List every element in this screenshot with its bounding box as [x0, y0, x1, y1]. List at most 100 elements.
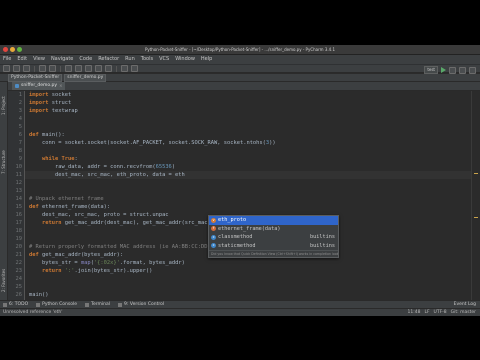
completion-name: staticmethod — [218, 242, 256, 249]
menu-help[interactable]: Help — [201, 55, 212, 64]
settings-icon[interactable] — [459, 66, 466, 74]
line-number: 5 — [18, 124, 22, 130]
vcs-icon — [118, 302, 123, 307]
menu-file[interactable]: File — [3, 55, 11, 64]
menu-vcs[interactable]: VCS — [159, 55, 169, 64]
tool-version-control[interactable]: 9: Version Control — [118, 302, 164, 307]
breadcrumb-file[interactable]: sniffer_demo.py — [64, 73, 107, 82]
todo-icon — [3, 302, 7, 307]
line-number: 24 — [15, 276, 23, 282]
menu-edit[interactable]: Edit — [17, 55, 27, 64]
completion-hint: Did you know that Quick Definition View … — [209, 250, 338, 256]
paste-icon[interactable] — [85, 65, 92, 72]
replace-icon[interactable] — [105, 65, 112, 72]
vcs-branch[interactable]: Git: master — [451, 310, 476, 315]
help-icon[interactable] — [469, 66, 476, 74]
class-icon: c — [211, 234, 216, 240]
code-line: import socket — [29, 92, 72, 98]
menu-bar: File Edit View Navigate Code Refactor Ru… — [0, 55, 480, 64]
breadcrumb: Python-Packet-Sniffer sniffer_demo.py — [0, 73, 480, 82]
sync-icon[interactable] — [23, 65, 30, 72]
menu-window[interactable]: Window — [175, 55, 195, 64]
menu-run[interactable]: Run — [125, 55, 135, 64]
line-number: 11 — [15, 172, 23, 178]
back-icon[interactable] — [121, 65, 128, 72]
forward-icon[interactable] — [131, 65, 138, 72]
variable-icon: v — [211, 217, 216, 223]
completion-item[interactable]: c classmethod builtins — [209, 233, 338, 242]
code-line: while True: — [41, 156, 78, 162]
tool-terminal[interactable]: Terminal — [85, 302, 110, 307]
line-number: 26 — [15, 292, 23, 298]
line-number: 14 — [15, 196, 23, 202]
tool-todo[interactable]: 6: TODO — [3, 302, 28, 307]
python-file-icon — [15, 84, 19, 88]
toolbar: test — [0, 64, 480, 74]
event-log-button[interactable]: Event Log — [454, 302, 476, 307]
save-icon[interactable] — [13, 65, 20, 72]
terminal-icon — [85, 302, 90, 307]
toolbar-divider — [116, 65, 117, 72]
open-icon[interactable] — [3, 65, 10, 72]
warning-marker[interactable] — [474, 173, 478, 174]
autocomplete-popup: v eth_proto f ethernet_frame(data) c cla… — [208, 215, 339, 258]
completion-item[interactable]: c staticmethod builtins — [209, 242, 338, 251]
code-editor[interactable]: import socket import struct import textwra… — [25, 91, 472, 300]
copy-icon[interactable] — [75, 65, 82, 72]
menu-tools[interactable]: Tools — [141, 55, 153, 64]
completion-item[interactable]: f ethernet_frame(data) — [209, 225, 338, 234]
completion-type: builtins — [310, 234, 335, 241]
menu-code[interactable]: Code — [79, 55, 92, 64]
breadcrumb-project[interactable]: Python-Packet-Sniffer — [8, 73, 63, 82]
line-number: 7 — [18, 140, 22, 146]
status-message: Unresolved reference 'eth' — [3, 310, 63, 315]
code-line: # Return properly formatted MAC address … — [29, 244, 231, 250]
find-icon[interactable] — [95, 65, 102, 72]
redo-icon[interactable] — [49, 65, 56, 72]
tab-structure[interactable]: 7: Structure — [0, 142, 7, 182]
error-stripe — [471, 91, 480, 300]
warning-marker[interactable] — [474, 217, 478, 218]
code-line: # Unpack ethernet frame — [29, 196, 104, 202]
toolbar-divider — [60, 65, 61, 72]
play-icon[interactable] — [441, 67, 446, 73]
editor-tab-sniffer-demo[interactable]: sniffer_demo.py × — [12, 82, 66, 90]
code-line: main() — [29, 292, 49, 298]
tool-console-label: Python Console — [42, 302, 78, 307]
code-line: bytes_str = map('{:02x}'.format, bytes_a… — [29, 260, 185, 266]
file-encoding[interactable]: UTF-8 — [434, 310, 447, 315]
run-configuration-select[interactable]: test — [424, 66, 438, 74]
cut-icon[interactable] — [65, 65, 72, 72]
line-number: 16 — [15, 212, 23, 218]
line-number: 19 — [15, 236, 23, 242]
code-line: import textwrap — [29, 108, 78, 114]
line-separator[interactable]: LF — [424, 310, 429, 315]
code-line: dest_mac, src_mac, proto = struct.unpac — [29, 212, 169, 218]
line-number: 22 — [15, 260, 23, 266]
line-number: 10 — [15, 164, 23, 170]
menu-navigate[interactable]: Navigate — [51, 55, 73, 64]
toolbar-divider — [34, 65, 35, 72]
run-controls: test — [424, 66, 476, 74]
line-number: 12 — [15, 180, 23, 186]
menu-refactor[interactable]: Refactor — [98, 55, 119, 64]
code-line: def get_mac_addr(bytes_addr): — [29, 252, 124, 258]
function-icon: f — [211, 226, 216, 232]
status-right: 11:48 LF UTF-8 Git: master — [407, 310, 476, 315]
caret-position[interactable]: 11:48 — [407, 310, 420, 315]
tab-project[interactable]: 1: Project — [0, 86, 7, 126]
line-number: 17 — [15, 220, 23, 226]
editor-tab-label: sniffer_demo.py — [21, 83, 58, 88]
tab-favorites[interactable]: 2: Favorites — [0, 262, 7, 298]
debug-icon[interactable] — [449, 66, 456, 74]
tool-python-console[interactable]: Python Console — [36, 302, 77, 307]
undo-icon[interactable] — [39, 65, 46, 72]
completion-name: ethernet_frame(data) — [218, 225, 281, 232]
line-number-gutter: 1 2 3 4 5 6 7 8 9 10 11 12 13 14 15 16 1… — [8, 91, 25, 300]
menu-view[interactable]: View — [33, 55, 45, 64]
completion-item[interactable]: v eth_proto — [209, 216, 338, 225]
line-number: 3 — [18, 108, 22, 114]
line-number: 21 — [15, 252, 23, 258]
ide-window: Python-Packet-Sniffer - [~/Desktop/Pytho… — [0, 45, 480, 316]
close-tab-icon[interactable]: × — [59, 82, 62, 90]
